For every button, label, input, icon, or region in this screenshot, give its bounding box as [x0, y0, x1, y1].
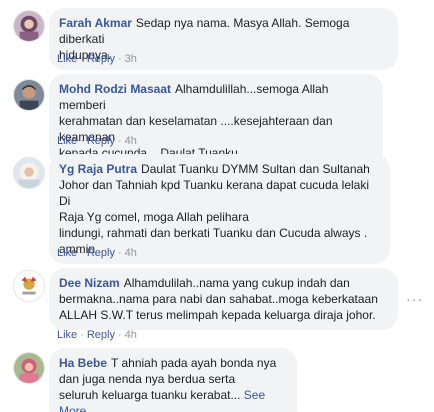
- comment-time[interactable]: 4h: [125, 135, 137, 147]
- woman-hijab-avatar-icon: [14, 158, 44, 188]
- reply-link[interactable]: Reply: [87, 247, 115, 259]
- person-with-hijab-avatar-icon: [14, 11, 44, 41]
- avatar[interactable]: [13, 270, 45, 302]
- comment-actions: Like · Reply · 4h: [57, 246, 137, 260]
- separator-dot: ·: [117, 53, 122, 65]
- separator-dot: ·: [80, 135, 84, 147]
- comment-actions: Like · Reply · 4h: [57, 134, 137, 148]
- comment-time[interactable]: 3h: [125, 53, 137, 65]
- separator-dot: ·: [117, 135, 122, 147]
- comment-author[interactable]: Dee Nizam: [59, 276, 120, 290]
- avatar[interactable]: [13, 10, 45, 42]
- logo-avatar-icon: [14, 271, 44, 301]
- avatar[interactable]: [13, 79, 45, 111]
- more-options-icon[interactable]: ···: [406, 292, 423, 306]
- comment-text: Daulat Tuanku DYMM Sultan dan Sultanah J…: [59, 162, 370, 256]
- man-portrait-avatar-icon: [14, 80, 44, 110]
- separator-dot: ·: [117, 247, 122, 259]
- reply-link[interactable]: Reply: [87, 53, 115, 65]
- comment-time[interactable]: 4h: [125, 329, 137, 341]
- avatar[interactable]: [13, 352, 45, 384]
- comment-author[interactable]: Yg Raja Putra: [59, 162, 137, 176]
- comment-bubble: Ha Bebe T ahniah pada ayah bonda nya dan …: [49, 348, 297, 412]
- comment-actions: Like · Reply · 3h: [57, 52, 137, 66]
- comment-bubble: Dee Nizam Alhamdulilah..nama yang cukup i…: [49, 268, 398, 330]
- separator-dot: ·: [80, 247, 84, 259]
- comment-author[interactable]: Farah Akmar: [59, 16, 132, 30]
- comment-author[interactable]: Ha Bebe: [59, 356, 107, 370]
- separator-dot: ·: [80, 329, 84, 341]
- reply-link[interactable]: Reply: [87, 329, 115, 341]
- woman-portrait-avatar-icon: [14, 353, 44, 383]
- separator-dot: ·: [117, 329, 122, 341]
- like-link[interactable]: Like: [57, 329, 77, 341]
- like-link[interactable]: Like: [57, 135, 77, 147]
- comment-author[interactable]: Mohd Rodzi Masaat: [59, 82, 171, 96]
- comment-time[interactable]: 4h: [125, 247, 137, 259]
- reply-link[interactable]: Reply: [87, 135, 115, 147]
- avatar[interactable]: [13, 157, 45, 189]
- like-link[interactable]: Like: [57, 53, 77, 65]
- like-link[interactable]: Like: [57, 247, 77, 259]
- comment-actions: Like · Reply · 4h: [57, 328, 137, 342]
- separator-dot: ·: [80, 53, 84, 65]
